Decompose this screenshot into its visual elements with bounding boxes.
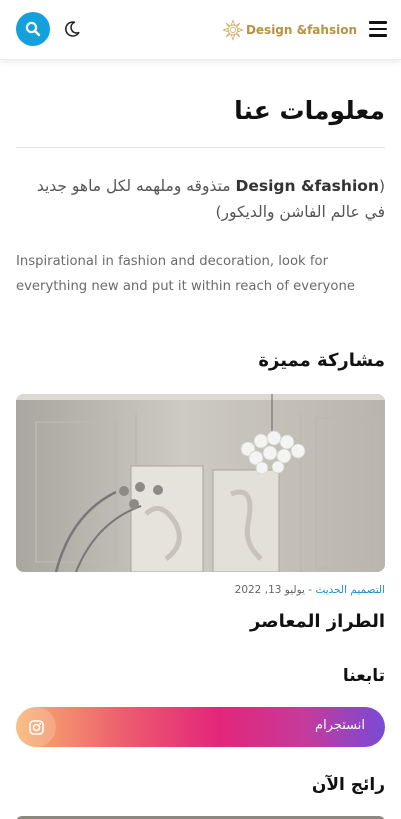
moon-icon[interactable] bbox=[62, 19, 82, 39]
instagram-icon bbox=[28, 719, 44, 735]
post-date: يوليو 13, 2022 bbox=[234, 584, 305, 596]
featured-title: مشاركة مميزة bbox=[258, 350, 385, 371]
search-icon bbox=[25, 21, 41, 37]
about-paren: ( bbox=[378, 177, 385, 195]
post-meta: التصميم الحديث - يوليو 13, 2022 bbox=[235, 584, 385, 596]
logo-text: Design &fahsion bbox=[245, 23, 357, 37]
logo-mandala-icon bbox=[222, 19, 244, 41]
menu-icon[interactable] bbox=[369, 21, 387, 37]
trending-title: رائج الآن bbox=[311, 775, 385, 795]
divider bbox=[16, 147, 385, 148]
about-brand: Design &fashion bbox=[235, 177, 379, 195]
search-button[interactable] bbox=[16, 12, 50, 46]
meta-separator: - bbox=[308, 584, 313, 596]
about-text-english: Inspirational in fashion and decoration,… bbox=[16, 254, 355, 294]
instagram-label: انستجرام bbox=[315, 718, 365, 733]
post-title-link[interactable]: الطراز المعاصر bbox=[250, 611, 385, 632]
instagram-button[interactable]: انستجرام bbox=[16, 707, 385, 747]
follow-title: تابعنا bbox=[342, 666, 385, 686]
about-text-arabic: (Design &fashion متذوقه وملهمه لكل ماهو … bbox=[16, 173, 385, 225]
post-category-link[interactable]: التصميم الحديث bbox=[315, 584, 385, 596]
site-logo[interactable]: Design &fahsion bbox=[222, 13, 357, 47]
about-title: معلومات عنا bbox=[234, 96, 385, 125]
site-header: Design &fahsion bbox=[0, 0, 401, 60]
instagram-icon-wrap bbox=[16, 707, 56, 747]
featured-post-image[interactable] bbox=[16, 394, 385, 572]
